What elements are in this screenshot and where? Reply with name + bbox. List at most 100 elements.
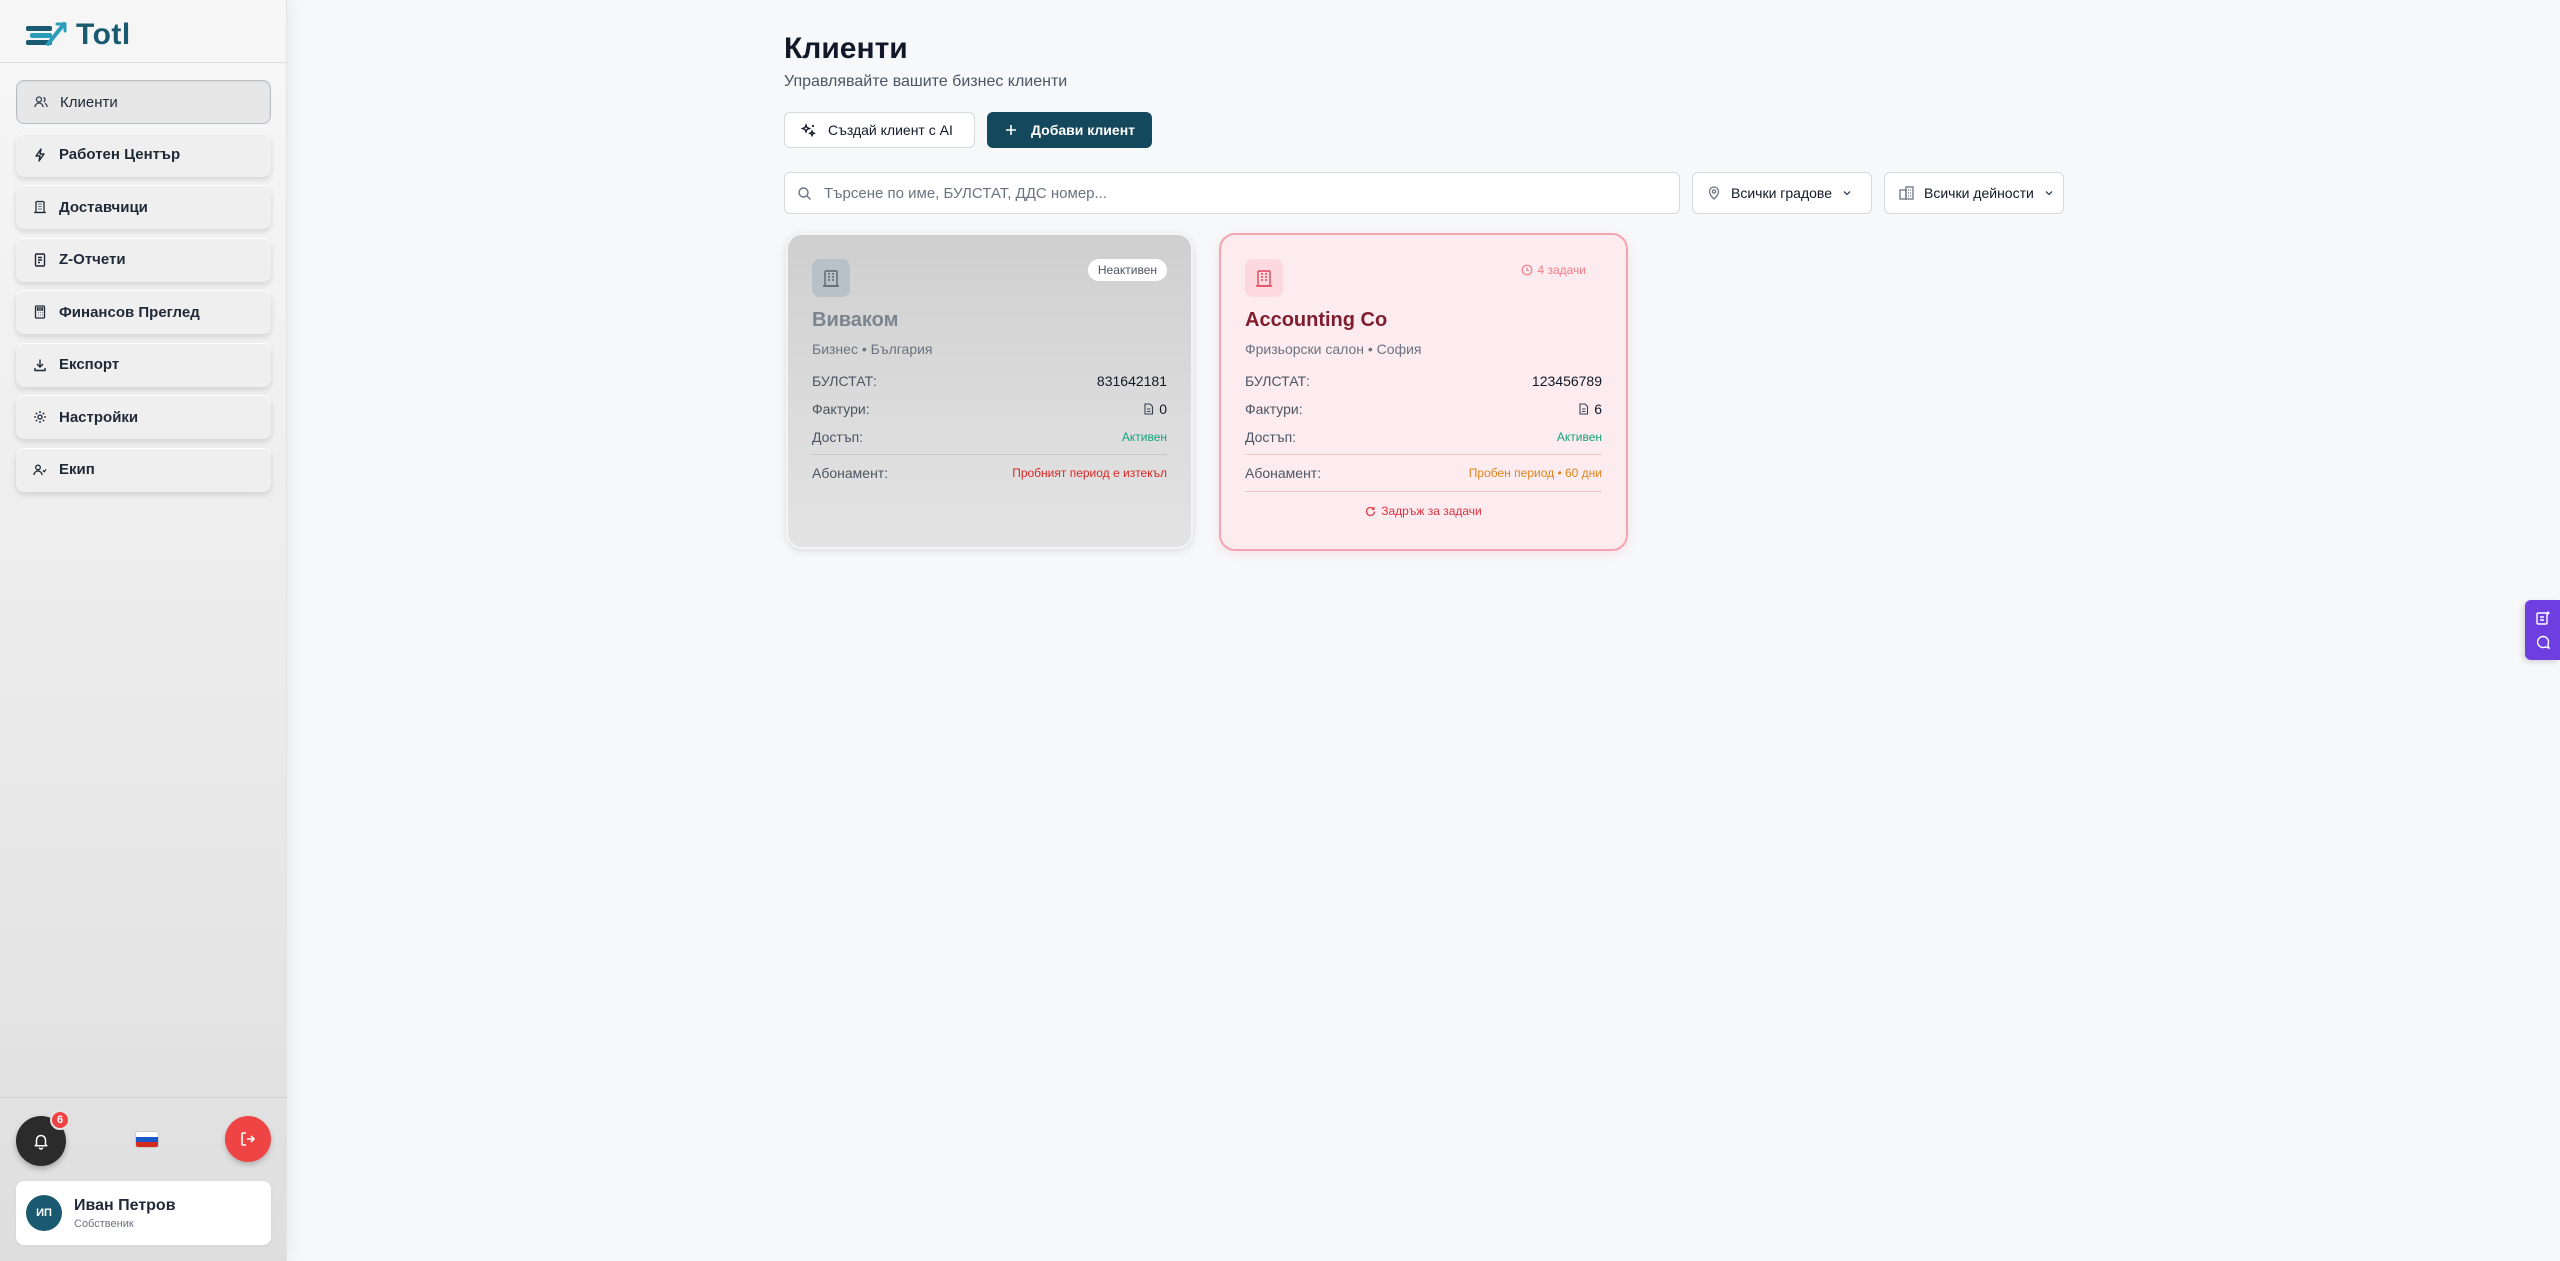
subscription-value: Пробен период • 60 дни	[1468, 466, 1602, 480]
add-client-label: Добави клиент	[1031, 122, 1136, 138]
sidebar-item-label: Екип	[59, 461, 95, 478]
create-client-ai-label: Създай клиент с AI	[828, 122, 953, 138]
invoices-label: Фактури:	[1245, 401, 1303, 417]
tasks-badge: 4 задачи	[1511, 259, 1596, 281]
page-subtitle: Управлявайте вашите бизнес клиенти	[784, 73, 1068, 90]
sidebar-item-work-center[interactable]: Работен Център	[16, 132, 271, 177]
logo[interactable]: Totl	[26, 18, 131, 52]
chevron-down-icon	[2045, 191, 2053, 196]
sidebar-nav: Клиенти Работен Център Доставчици Z-Отче…	[16, 80, 271, 500]
sidebar-item-label: Финансов Преглед	[59, 303, 200, 321]
sidebar-item-label: Експорт	[59, 356, 120, 373]
chevron-down-icon	[1843, 191, 1851, 196]
invoices-value: 0	[1159, 401, 1167, 417]
bulstat-row: БУЛСТАТ: 123456789	[1245, 371, 1602, 391]
client-type: Фризьорски салон • София	[1245, 341, 1422, 357]
building-icon	[33, 200, 47, 214]
sidebar: Totl Клиенти Работен Център Доставчици Z…	[0, 0, 287, 1261]
divider	[0, 1097, 287, 1098]
calculator-icon	[33, 305, 47, 319]
logo-text: Totl	[76, 18, 131, 51]
invoices-row: Фактури: 0	[812, 399, 1167, 419]
invoices-value-wrap: 0	[1143, 401, 1167, 417]
bulstat-value: 123456789	[1531, 373, 1602, 389]
sidebar-item-suppliers[interactable]: Доставчици	[16, 185, 271, 229]
access-value: Активен	[1121, 430, 1167, 444]
building-icon	[1245, 259, 1283, 297]
language-flag-icon[interactable]	[136, 1132, 158, 1147]
status-badge: Неактивен	[1087, 259, 1167, 281]
activity-filter-select[interactable]: Всички дейности	[1884, 172, 2064, 214]
document-icon	[1579, 403, 1589, 415]
bolt-icon	[33, 147, 47, 162]
sparkles-icon	[801, 122, 816, 137]
logout-icon	[241, 1132, 256, 1146]
create-client-ai-button[interactable]: Създай клиент с AI	[784, 112, 975, 148]
divider	[0, 62, 287, 63]
subscription-row: Абонамент: Пробен период • 60 дни	[1245, 463, 1602, 483]
bulstat-label: БУЛСТАТ:	[812, 373, 877, 389]
invoices-label: Фактури:	[812, 401, 870, 417]
sidebar-item-team[interactable]: Екип	[16, 447, 271, 492]
user-role: Собственик	[74, 1217, 134, 1230]
client-card[interactable]: Неактивен Виваком Бизнес • България БУЛС…	[786, 233, 1193, 549]
city-filter-select[interactable]: Всички градове	[1692, 172, 1872, 214]
subscription-row: Абонамент: Пробният период е изтекъл	[812, 463, 1167, 483]
client-name: Accounting Co	[1245, 309, 1388, 331]
tasks-count: 4 задачи	[1537, 263, 1586, 277]
user-name: Иван Петров	[74, 1196, 176, 1214]
search-input[interactable]	[824, 184, 1644, 202]
sidebar-item-label: Клиенти	[60, 93, 118, 111]
client-card[interactable]: 4 задачи Accounting Co Фризьорски салон …	[1219, 233, 1628, 551]
logo-icon	[26, 22, 67, 46]
access-value: Активен	[1556, 430, 1602, 444]
activity-filter-value: Всички дейности	[1924, 185, 2034, 201]
users-icon	[34, 95, 48, 109]
bell-icon	[34, 1134, 48, 1150]
sidebar-item-label: Доставчици	[59, 198, 148, 216]
team-icon	[33, 463, 47, 477]
sidebar-item-settings[interactable]: Настройки	[16, 395, 271, 439]
sidebar-item-finance[interactable]: Финансов Преглед	[16, 290, 271, 334]
page-title: Клиенти	[784, 32, 908, 65]
divider	[1245, 454, 1602, 455]
sidebar-item-label: Z-Отчети	[59, 251, 126, 268]
chat-icon	[2536, 635, 2550, 650]
sidebar-item-export[interactable]: Експорт	[16, 342, 271, 387]
divider	[812, 454, 1167, 455]
access-label: Достъп:	[812, 429, 864, 445]
sidebar-item-z-reports[interactable]: Z-Отчети	[16, 237, 271, 282]
notification-count-badge: 6	[50, 1110, 70, 1130]
support-widget[interactable]	[2525, 600, 2560, 660]
building-icon	[1899, 186, 1914, 200]
hold-for-tasks-link[interactable]: Задръж за задачи	[1221, 504, 1626, 518]
document-icon	[1144, 403, 1154, 415]
logout-button[interactable]	[225, 1116, 271, 1162]
client-type: Бизнес • България	[812, 341, 933, 357]
bulstat-value: 831642181	[1096, 373, 1167, 389]
divider	[1245, 491, 1602, 492]
subscription-label: Абонамент:	[1245, 465, 1322, 481]
search-icon	[798, 186, 811, 200]
receipt-icon	[33, 252, 47, 267]
invoices-row: Фактури: 6	[1245, 399, 1602, 419]
map-pin-icon	[1708, 186, 1720, 200]
access-label: Достъп:	[1245, 429, 1297, 445]
feedback-icon	[2535, 611, 2549, 625]
refresh-icon	[1366, 506, 1376, 516]
invoices-value: 6	[1594, 401, 1602, 417]
download-icon	[33, 358, 47, 372]
client-name: Виваком	[812, 309, 899, 331]
sidebar-item-label: Работен Център	[59, 146, 181, 163]
add-client-button[interactable]: Добави клиент	[987, 112, 1152, 148]
search-bar[interactable]	[784, 172, 1680, 214]
subscription-value: Пробният период е изтекъл	[1012, 466, 1167, 480]
avatar: ИП	[26, 1195, 62, 1231]
gear-icon	[33, 410, 47, 424]
clock-icon	[1522, 264, 1533, 276]
sidebar-item-clients[interactable]: Клиенти	[16, 80, 271, 124]
plus-icon	[1006, 125, 1016, 135]
user-profile-card[interactable]: ИП Иван Петров Собственик	[16, 1181, 271, 1245]
sidebar-item-label: Настройки	[59, 408, 139, 426]
access-row: Достъп: Активен	[1245, 427, 1602, 447]
